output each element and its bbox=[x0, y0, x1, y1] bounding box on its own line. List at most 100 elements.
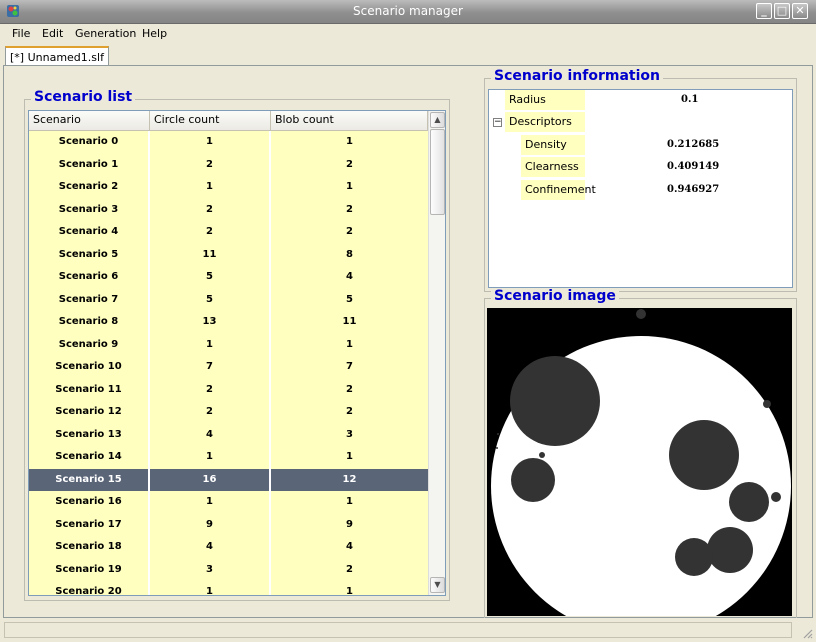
property-density[interactable]: Density 0.212685 bbox=[489, 135, 789, 155]
table-row[interactable]: Scenario 755 bbox=[29, 288, 428, 311]
property-descriptors-label: Descriptors bbox=[505, 112, 585, 132]
cell-circle-count: 4 bbox=[150, 423, 271, 446]
resize-grip-icon[interactable] bbox=[801, 627, 813, 639]
table-row[interactable]: Scenario 211 bbox=[29, 176, 428, 199]
cell-circle-count: 2 bbox=[150, 153, 271, 176]
property-radius-label: Radius bbox=[505, 90, 585, 110]
cell-scenario: Scenario 1 bbox=[29, 153, 150, 176]
blob bbox=[729, 482, 769, 522]
table-row[interactable]: Scenario 15 16 12 bbox=[29, 468, 428, 491]
document-tab-strip: [*] Unnamed1.slf bbox=[3, 43, 813, 66]
table-row[interactable]: Scenario 911 bbox=[29, 333, 428, 356]
blob bbox=[497, 433, 499, 435]
property-descriptors[interactable]: − Descriptors bbox=[489, 112, 789, 132]
cell-scenario: Scenario 11 bbox=[29, 378, 150, 401]
cell-scenario: Scenario 9 bbox=[29, 333, 150, 356]
cell-circle-count: 5 bbox=[150, 288, 271, 311]
table-row[interactable]: Scenario 16 1 1 bbox=[29, 491, 428, 514]
table-row[interactable]: Scenario 14 1 1 bbox=[29, 446, 428, 469]
cell-blob-count: 3 bbox=[271, 423, 428, 446]
cell-blob-count: 2 bbox=[271, 378, 428, 401]
table-row[interactable]: Scenario 17 9 9 bbox=[29, 513, 428, 536]
table-row[interactable]: Scenario 322 bbox=[29, 198, 428, 221]
cell-scenario: Scenario 3 bbox=[29, 198, 150, 221]
cell-circle-count: 2 bbox=[150, 378, 271, 401]
table-row[interactable]: Scenario 10 7 7 bbox=[29, 356, 428, 379]
table-row[interactable]: Scenario 8 13 11 bbox=[29, 311, 428, 334]
cell-blob-count: 1 bbox=[271, 491, 428, 514]
property-confinement[interactable]: Confinement 0.946927 bbox=[489, 180, 789, 200]
blob bbox=[539, 452, 545, 458]
column-header-scenario[interactable]: Scenario bbox=[29, 111, 150, 130]
cell-circle-count: 9 bbox=[150, 513, 271, 536]
property-clearness[interactable]: Clearness 0.409149 bbox=[489, 157, 789, 177]
cell-scenario: Scenario 4 bbox=[29, 221, 150, 244]
cell-circle-count: 13 bbox=[150, 311, 271, 334]
cell-scenario: Scenario 7 bbox=[29, 288, 150, 311]
cell-circle-count: 1 bbox=[150, 446, 271, 469]
cell-scenario: Scenario 19 bbox=[29, 558, 150, 581]
table-row[interactable]: Scenario 5 11 8 bbox=[29, 243, 428, 266]
cell-circle-count: 2 bbox=[150, 198, 271, 221]
table-row[interactable]: Scenario 122 bbox=[29, 153, 428, 176]
status-field bbox=[4, 622, 792, 638]
cell-scenario: Scenario 12 bbox=[29, 401, 150, 424]
cell-blob-count: 9 bbox=[271, 513, 428, 536]
cell-scenario: Scenario 0 bbox=[29, 131, 150, 154]
cell-circle-count: 2 bbox=[150, 401, 271, 424]
menu-file[interactable]: File bbox=[12, 27, 30, 40]
table-row[interactable]: Scenario 20 1 1 bbox=[29, 581, 428, 595]
cell-circle-count: 1 bbox=[150, 581, 271, 595]
cell-blob-count: 2 bbox=[271, 401, 428, 424]
cell-circle-count: 1 bbox=[150, 176, 271, 199]
collapse-icon[interactable]: − bbox=[493, 118, 502, 127]
table-row[interactable]: Scenario 13 4 3 bbox=[29, 423, 428, 446]
title-bar[interactable]: Scenario manager _ □ ✕ bbox=[0, 0, 816, 24]
property-density-value: 0.212685 bbox=[667, 139, 720, 150]
blob bbox=[636, 309, 646, 319]
blob bbox=[763, 400, 771, 408]
scroll-up-button[interactable]: ▲ bbox=[430, 112, 445, 128]
blob bbox=[675, 538, 713, 576]
menu-generation[interactable]: Generation bbox=[75, 27, 136, 40]
table-row[interactable]: Scenario 18 4 4 bbox=[29, 536, 428, 559]
menu-edit[interactable]: Edit bbox=[42, 27, 63, 40]
cell-blob-count: 1 bbox=[271, 446, 428, 469]
menu-help[interactable]: Help bbox=[142, 27, 167, 40]
blob bbox=[510, 399, 512, 401]
scroll-down-button[interactable]: ▼ bbox=[430, 577, 445, 593]
cell-scenario: Scenario 13 bbox=[29, 423, 150, 446]
cell-circle-count: 16 bbox=[150, 468, 271, 491]
vertical-scrollbar[interactable]: ▲ ▼ bbox=[428, 111, 445, 595]
table-row[interactable]: Scenario 422 bbox=[29, 221, 428, 244]
scroll-thumb[interactable] bbox=[430, 129, 445, 215]
scenario-information-title: Scenario information bbox=[491, 68, 663, 84]
close-button[interactable]: ✕ bbox=[792, 3, 808, 19]
table-row[interactable]: Scenario 11 2 2 bbox=[29, 378, 428, 401]
minimize-button[interactable]: _ bbox=[756, 3, 772, 19]
cell-blob-count: 1 bbox=[271, 581, 428, 595]
table-row[interactable]: Scenario 011 bbox=[29, 131, 428, 154]
table-row[interactable]: Scenario 654 bbox=[29, 266, 428, 289]
column-header-circle-count[interactable]: Circle count bbox=[150, 111, 271, 130]
cell-circle-count: 11 bbox=[150, 243, 271, 266]
cell-scenario: Scenario 17 bbox=[29, 513, 150, 536]
scenario-table[interactable]: Scenario Circle count Blob count Scenari… bbox=[28, 110, 446, 596]
cell-scenario: Scenario 6 bbox=[29, 266, 150, 289]
status-bar bbox=[0, 620, 816, 642]
cell-circle-count: 1 bbox=[150, 491, 271, 514]
column-header-blob-count[interactable]: Blob count bbox=[271, 111, 428, 130]
cell-circle-count: 7 bbox=[150, 356, 271, 379]
maximize-button[interactable]: □ bbox=[774, 3, 790, 19]
cell-blob-count: 1 bbox=[271, 333, 428, 356]
cell-circle-count: 4 bbox=[150, 536, 271, 559]
scenario-image bbox=[487, 308, 792, 616]
table-row[interactable]: Scenario 12 2 2 bbox=[29, 401, 428, 424]
property-radius[interactable]: Radius 0.1 bbox=[489, 90, 789, 110]
table-row[interactable]: Scenario 19 3 2 bbox=[29, 558, 428, 581]
cell-blob-count: 7 bbox=[271, 356, 428, 379]
blob bbox=[496, 447, 498, 449]
document-tab[interactable]: [*] Unnamed1.slf bbox=[5, 46, 109, 66]
cell-blob-count: 2 bbox=[271, 558, 428, 581]
cell-blob-count: 2 bbox=[271, 153, 428, 176]
